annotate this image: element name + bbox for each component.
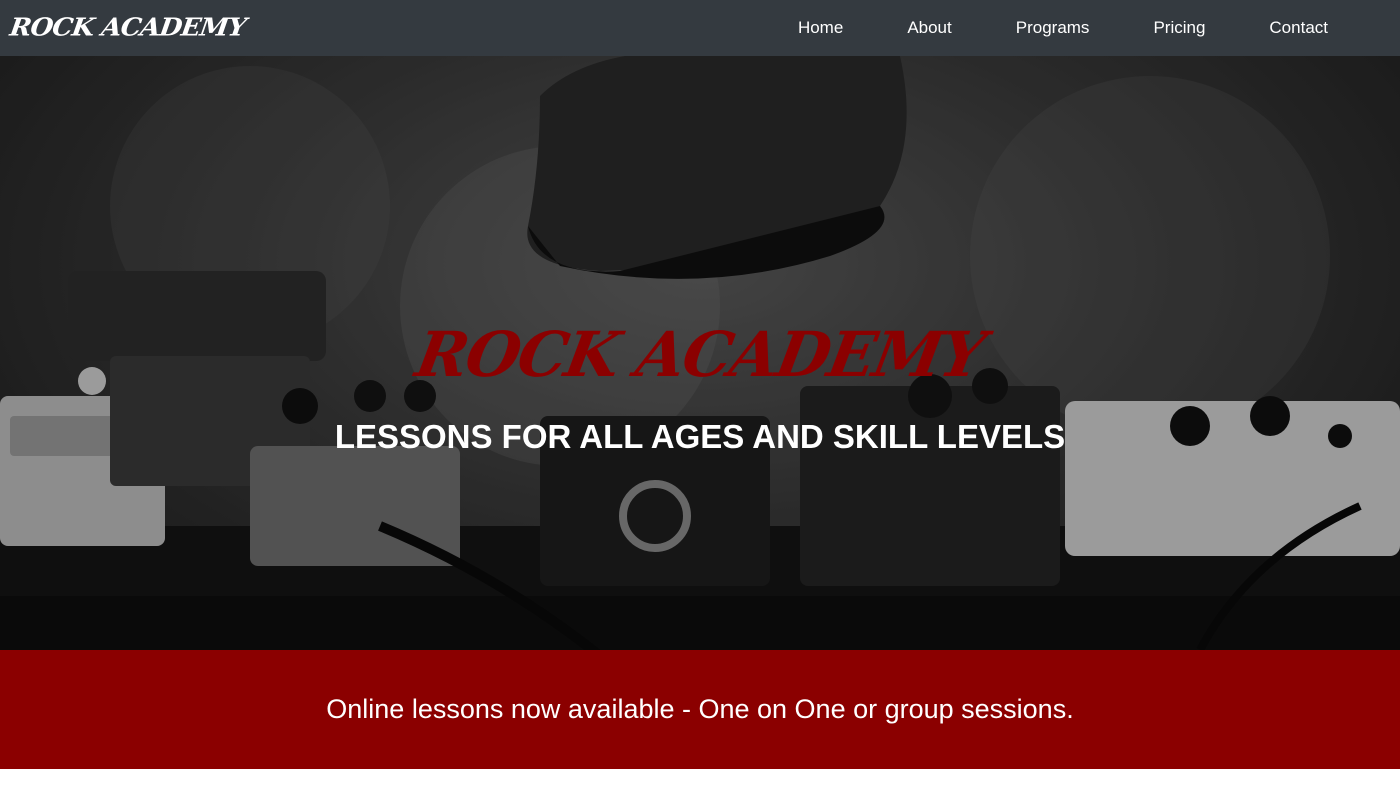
nav-item-about[interactable]: About	[875, 18, 983, 38]
navbar: Rock Academy Home About Programs Pricing…	[0, 0, 1400, 56]
nav-item-contact[interactable]: Contact	[1237, 18, 1360, 38]
nav-item-programs[interactable]: Programs	[984, 18, 1122, 38]
nav-item-pricing[interactable]: Pricing	[1121, 18, 1237, 38]
hero-title: Rock Academy	[410, 318, 990, 391]
hero-subtitle: Lessons for all ages and skill levels	[334, 418, 1066, 455]
announcement-banner: Online lessons now available - One on On…	[0, 650, 1400, 769]
nav-links: Home About Programs Pricing Contact	[766, 18, 1360, 38]
hero-section: Rock Academy Lessons for all ages and sk…	[0, 56, 1400, 650]
brand-logo[interactable]: Rock Academy	[8, 14, 247, 43]
announcement-text: Online lessons now available - One on On…	[326, 694, 1074, 724]
nav-item-home[interactable]: Home	[766, 18, 875, 38]
